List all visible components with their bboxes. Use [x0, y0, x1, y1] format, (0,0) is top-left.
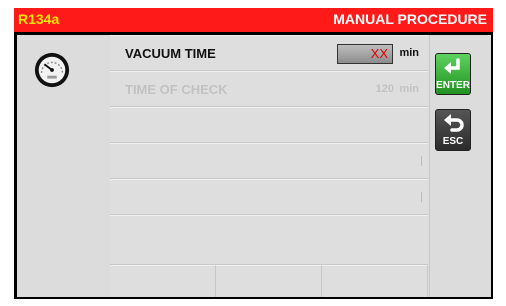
vacuum-time-row[interactable]: VACUUM TIME XX min [110, 35, 428, 71]
refrigerant-label: R134a [18, 11, 60, 27]
empty-row [110, 143, 428, 179]
enter-button-label: ENTER [436, 80, 470, 91]
time-of-check-row[interactable]: TIME OF CHECK 120 min [110, 71, 428, 107]
empty-row [110, 179, 428, 215]
enter-button[interactable]: ENTER [435, 53, 471, 95]
title-bar: R134a MANUAL PROCEDURE [14, 8, 493, 32]
row-divider [421, 192, 422, 202]
sidebar-divider [429, 35, 430, 297]
vacuum-time-input[interactable]: XX [337, 44, 393, 64]
time-of-check-unit: min [399, 83, 419, 95]
machine-screen: R134a MANUAL PROCEDURE VACUUM TIME XX mi… [14, 8, 493, 299]
vacuum-gauge-icon [34, 52, 70, 88]
back-arrow-icon [444, 114, 464, 132]
vacuum-time-unit: min [399, 47, 419, 59]
bottom-button-strip [110, 265, 428, 297]
esc-button[interactable]: ESC [435, 109, 471, 151]
parameter-panel: VACUUM TIME XX min TIME OF CHECK 120 min [110, 35, 429, 297]
content-area: VACUUM TIME XX min TIME OF CHECK 120 min [17, 35, 491, 297]
time-of-check-label: TIME OF CHECK [125, 82, 228, 97]
vacuum-time-label: VACUUM TIME [125, 46, 216, 61]
bottom-cell [216, 265, 322, 297]
page-title: MANUAL PROCEDURE [333, 11, 487, 27]
bottom-cell [322, 265, 428, 297]
esc-button-label: ESC [442, 136, 464, 147]
row-divider [421, 156, 422, 166]
time-of-check-value: 120 [375, 83, 394, 95]
bottom-cell [110, 265, 216, 297]
empty-row [110, 215, 428, 265]
enter-arrow-icon [444, 58, 460, 74]
empty-row [110, 107, 428, 143]
